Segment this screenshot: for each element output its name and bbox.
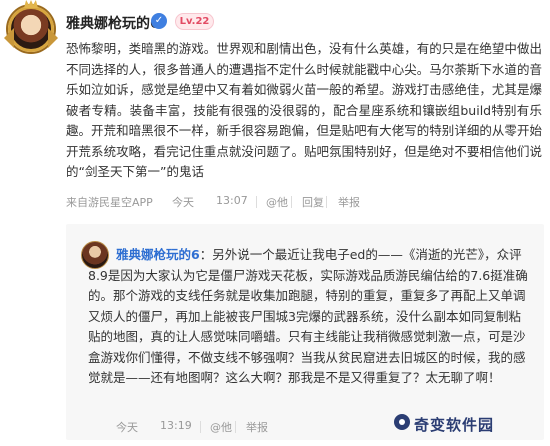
user-avatar[interactable] [4,0,58,54]
user-level-badge: Lv.22 [175,13,214,30]
verified-badge-icon: ✓ [151,13,167,29]
post-footer: 来自游民星空APP 今天 13:07 @他 回复 举报 [66,194,546,210]
post-source: 来自游民星空APP [66,196,153,209]
post-date: 今天 [172,196,194,209]
reply-username[interactable]: 雅典娜枪玩的6 [116,247,200,262]
post-time: 13:07 [216,194,248,207]
mention-button[interactable]: @他 [266,194,288,210]
report-button[interactable]: 举报 [246,419,268,435]
reply-date: 今天 [116,421,138,434]
post-body: 恐怖黎明，类暗黑的游戏。世界观和剧情出色，没有什么英雄，有的只是在绝望中做出不同… [66,41,542,179]
reply-button[interactable]: 回复 [302,194,324,210]
reply-time: 13:19 [160,419,192,432]
avatar-image [8,6,54,52]
main-post: 雅典娜枪玩的6 ✓ Lv.22 恐怖黎明，类暗黑的游戏。世界观和剧情出色，没有什… [0,0,550,222]
watermark: 奇变软件园 [414,416,495,434]
avatar-frame-crown-icon [24,0,38,8]
watermark-logo-inner [399,419,405,425]
watermark-logo-icon [390,404,414,440]
reply-box: 雅典娜枪玩的6：另外说一个最近让我电子ed的——《消逝的光芒》，众评8.9是因为… [66,224,544,440]
divider [291,196,292,208]
divider [200,421,201,433]
post-username[interactable]: 雅典娜枪玩的6 [66,13,160,33]
reply-text: 另外说一个最近让我电子ed的——《消逝的光芒》，众评8.9是因为大家认为它是僵尸… [88,247,528,385]
divider [326,196,327,208]
reply-body: 雅典娜枪玩的6：另外说一个最近让我电子ed的——《消逝的光芒》，众评8.9是因为… [88,245,530,389]
report-button[interactable]: 举报 [338,194,360,210]
mention-button[interactable]: @他 [210,419,232,435]
reply-separator: ： [199,247,213,262]
divider [256,196,257,208]
divider [235,421,236,433]
